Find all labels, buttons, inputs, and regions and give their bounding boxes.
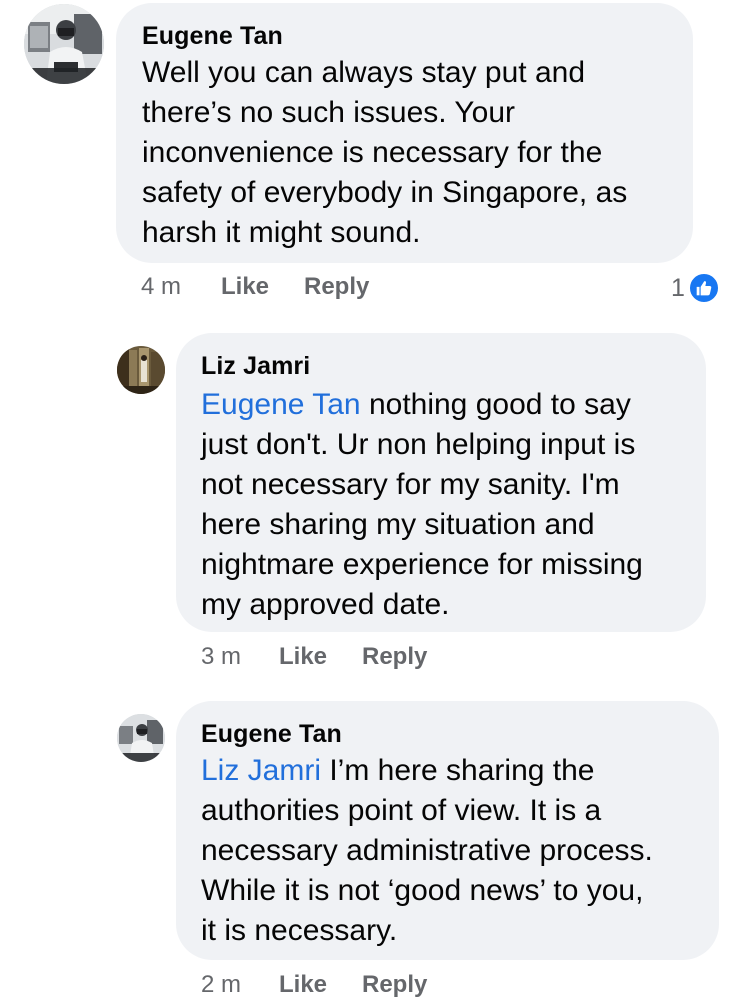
comment-text: Liz Jamri I’m here sharing the authoriti…	[201, 751, 694, 951]
reaction-summary[interactable]: 1	[671, 271, 720, 305]
avatar-photo-icon	[117, 346, 165, 394]
mention-link[interactable]: Liz Jamri	[201, 754, 321, 787]
comment-line: there’s no such issues. Your	[142, 96, 516, 129]
reaction-count: 1	[671, 273, 685, 302]
mention-link[interactable]: Eugene Tan	[201, 388, 361, 421]
thumbs-up-icon	[687, 272, 720, 304]
avatar-photo-icon	[24, 4, 104, 84]
avatar[interactable]	[117, 714, 165, 762]
comment-line: necessary administrative process.	[201, 834, 653, 867]
comment-line: not necessary for my sanity. I'm	[201, 468, 620, 501]
comment-actions: 3 m Like Reply	[0, 642, 750, 672]
like-button[interactable]: Like	[279, 642, 327, 672]
comment-line: authorities point of view. It is a	[201, 794, 602, 827]
comment-line-text: I’m here sharing the	[321, 754, 595, 787]
comment-line: Liz Jamri I’m here sharing the	[201, 751, 694, 791]
comment-bubble: Eugene Tan Well you can always stay put …	[116, 3, 693, 263]
like-button[interactable]: Like	[221, 272, 269, 302]
avatar[interactable]	[24, 4, 104, 84]
comment-timestamp[interactable]: 2 m	[201, 970, 241, 1000]
comment-bubble: Liz Jamri Eugene Tan nothing good to say…	[176, 333, 706, 632]
comment-line: harsh it might sound.	[142, 216, 421, 249]
like-button[interactable]: Like	[279, 970, 327, 1000]
comment-line: nightmare experience for missing	[201, 548, 643, 581]
comment-line: inconvenience is necessary for the	[142, 136, 603, 169]
comment-line: here sharing my situation and	[201, 508, 595, 541]
comment-line: it is necessary.	[201, 914, 398, 947]
comment-bubble: Eugene Tan Liz Jamri I’m here sharing th…	[176, 701, 719, 960]
comment-line: Eugene Tan nothing good to say	[201, 385, 681, 425]
comment-timestamp[interactable]: 3 m	[201, 642, 241, 672]
comment-line: just don't. Ur non helping input is	[201, 428, 636, 461]
comment-author[interactable]: Eugene Tan	[142, 21, 668, 51]
reply-button[interactable]: Reply	[362, 642, 427, 672]
comment-author[interactable]: Eugene Tan	[201, 719, 694, 749]
comment-actions: 4 m Like Reply	[0, 272, 750, 302]
comment-line: safety of everybody in Singapore, as	[142, 176, 628, 209]
comment-line: While it is not ‘good news’ to you,	[201, 874, 644, 907]
comment-text: Eugene Tan nothing good to say just don'…	[201, 385, 681, 625]
reply-button[interactable]: Reply	[362, 970, 427, 1000]
comment-author[interactable]: Liz Jamri	[201, 351, 681, 381]
avatar-photo-icon	[117, 714, 165, 762]
reply-button[interactable]: Reply	[304, 272, 369, 302]
comment-line: Well you can always stay put and	[142, 56, 586, 89]
comment-text: Well you can always stay put and there’s…	[142, 53, 668, 253]
avatar[interactable]	[117, 346, 165, 394]
comment-timestamp[interactable]: 4 m	[141, 272, 181, 302]
comment-actions: 2 m Like Reply	[0, 970, 750, 1000]
comment-line: my approved date.	[201, 588, 450, 621]
comment-line-text: nothing good to say	[360, 388, 631, 421]
